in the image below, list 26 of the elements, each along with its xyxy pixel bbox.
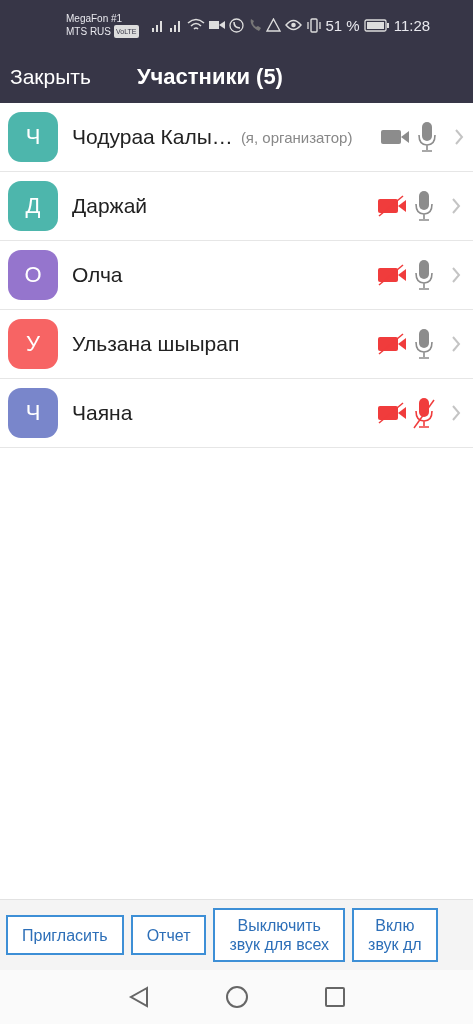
avatar: Ч bbox=[8, 388, 58, 438]
avatar: О bbox=[8, 250, 58, 300]
participant-row[interactable]: У Ульзана шыырап bbox=[0, 310, 473, 379]
battery-percent: 51 % bbox=[325, 16, 360, 34]
carrier-name: MegaFon #1 bbox=[66, 12, 124, 25]
participant-row[interactable]: О Олча bbox=[0, 241, 473, 310]
participant-name: Ульзана шыырап bbox=[72, 332, 240, 356]
action-button[interactable]: Пригласить bbox=[6, 915, 124, 955]
participant-role: (я, организатор) bbox=[240, 128, 353, 146]
participant-name: Чаяна bbox=[72, 401, 133, 425]
action-button[interactable]: Отчет bbox=[130, 915, 207, 955]
avatar: Д bbox=[8, 181, 58, 231]
participant-name: Чодураа Калы… bbox=[72, 125, 233, 149]
screen-title: Участники (5) bbox=[136, 63, 283, 90]
clock: 11:28 bbox=[393, 16, 431, 34]
participant-row[interactable]: Д Даржай bbox=[0, 172, 473, 241]
participant-row[interactable]: Ч Чаяна bbox=[0, 379, 473, 448]
action-button[interactable]: Выключить звук для всех bbox=[213, 908, 346, 962]
participant-name: Даржай bbox=[72, 194, 148, 218]
avatar: У bbox=[8, 319, 58, 369]
carrier-name: MTS RUS bbox=[66, 25, 111, 38]
close-button[interactable]: Закрыть bbox=[10, 64, 91, 89]
participant-row[interactable]: Ч Чодураа Калы… (я, организатор) bbox=[0, 103, 473, 172]
participant-name: Олча bbox=[72, 263, 123, 287]
avatar: Ч bbox=[8, 112, 58, 162]
action-button[interactable]: Вклю звук дл bbox=[352, 908, 438, 962]
